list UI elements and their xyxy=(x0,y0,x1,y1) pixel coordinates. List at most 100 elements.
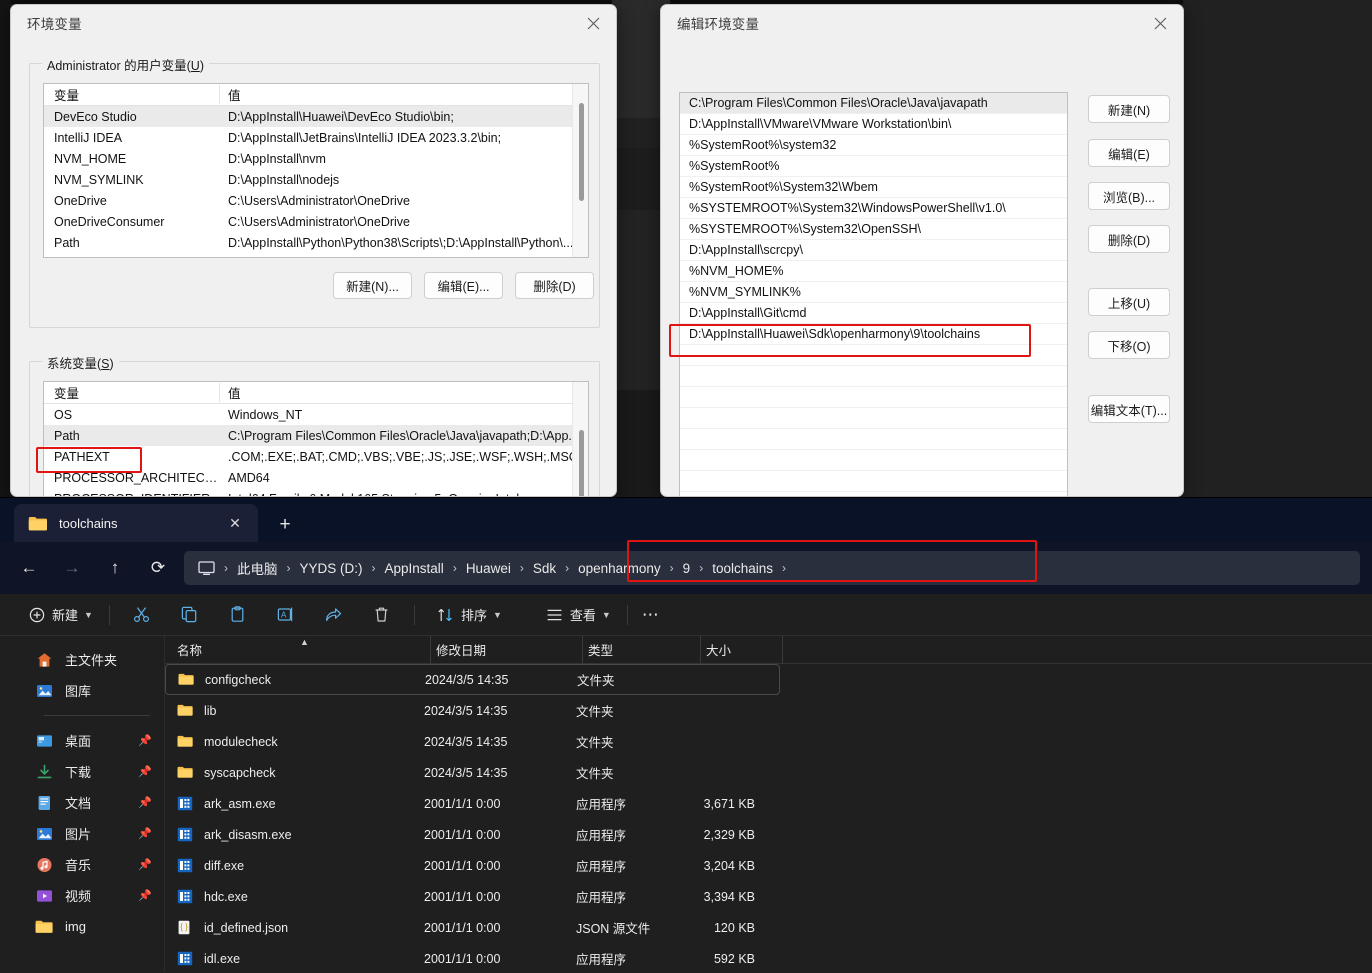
list-item[interactable]: %SystemRoot% xyxy=(680,156,1067,177)
table-row[interactable]: syscapcheck 2024/3/5 14:35 文件夹 xyxy=(165,757,1372,788)
sort-button[interactable]: 排序 ▼ xyxy=(423,600,510,630)
table-row[interactable]: PROCESSOR_IDENTIFIER Intel64 Family 6 Mo… xyxy=(44,488,588,497)
breadcrumb-item-2[interactable]: AppInstall xyxy=(378,561,451,576)
list-item[interactable]: D:\AppInstall\Git\cmd xyxy=(680,303,1067,324)
breadcrumb-item-7[interactable]: toolchains xyxy=(705,561,780,576)
breadcrumb-item-3[interactable]: Huawei xyxy=(459,561,518,576)
pin-icon[interactable]: 📌 xyxy=(138,765,152,778)
browse-button[interactable]: 浏览(B)... xyxy=(1088,182,1170,210)
arrow-up-icon[interactable]: ↑ xyxy=(98,551,132,585)
column-header-type[interactable]: 类型 xyxy=(583,636,701,664)
list-item-empty[interactable] xyxy=(680,408,1067,429)
table-row[interactable]: OneDriveConsumer C:\Users\Administrator\… xyxy=(44,211,588,232)
table-row[interactable]: IntelliJ IDEA D:\AppInstall\JetBrains\In… xyxy=(44,127,588,148)
cut-icon[interactable] xyxy=(127,600,157,630)
table-row[interactable]: NVM_HOME D:\AppInstall\nvm xyxy=(44,148,588,169)
close-icon[interactable] xyxy=(570,6,616,40)
column-header-name[interactable]: 变量 xyxy=(44,85,220,104)
table-row[interactable]: Path C:\Program Files\Common Files\Oracl… xyxy=(44,425,588,446)
table-row[interactable]: diff.exe 2001/1/1 0:00 应用程序 3,204 KB xyxy=(165,850,1372,881)
pin-icon[interactable]: 📌 xyxy=(138,827,152,840)
pin-icon[interactable]: 📌 xyxy=(138,858,152,871)
user-new-button[interactable]: 新建(N)... xyxy=(333,272,412,299)
sidebar-item-img[interactable]: img xyxy=(0,911,164,942)
sidebar-item-documents[interactable]: 文档 📌 xyxy=(0,787,164,818)
breadcrumb-item-0[interactable]: 此电脑 xyxy=(230,558,285,578)
rename-icon[interactable]: A xyxy=(271,600,301,630)
list-item-empty[interactable] xyxy=(680,450,1067,471)
edit-button[interactable]: 编辑(E) xyxy=(1088,139,1170,167)
list-item[interactable]: %SystemRoot%\System32\Wbem xyxy=(680,177,1067,198)
breadcrumb-item-5[interactable]: openharmony xyxy=(571,561,668,576)
paste-icon[interactable] xyxy=(223,600,253,630)
breadcrumb-item-6[interactable]: 9 xyxy=(676,561,698,576)
list-item-empty[interactable] xyxy=(680,345,1067,366)
table-row[interactable]: ark_asm.exe 2001/1/1 0:00 应用程序 3,671 KB xyxy=(165,788,1372,819)
scrollbar-thumb[interactable] xyxy=(579,430,584,496)
pin-icon[interactable]: 📌 xyxy=(138,796,152,809)
sidebar-item-downloads[interactable]: 下载 📌 xyxy=(0,756,164,787)
move-down-button[interactable]: 下移(O) xyxy=(1088,331,1170,359)
table-row[interactable]: OS Windows_NT xyxy=(44,404,588,425)
list-item-toolchains[interactable]: D:\AppInstall\Huawei\Sdk\openharmony\9\t… xyxy=(680,324,1067,345)
explorer-tab-toolchains[interactable]: toolchains ✕ xyxy=(14,504,258,542)
delete-icon[interactable] xyxy=(367,600,397,630)
sidebar-item-videos[interactable]: 视频 📌 xyxy=(0,880,164,911)
column-header-size[interactable]: 大小 xyxy=(701,636,783,664)
close-icon[interactable] xyxy=(1137,6,1183,40)
list-item-empty[interactable] xyxy=(680,387,1067,408)
sidebar-item-desktop[interactable]: 桌面 📌 xyxy=(0,725,164,756)
table-row[interactable]: hdc.exe 2001/1/1 0:00 应用程序 3,394 KB xyxy=(165,881,1372,912)
table-row[interactable]: id_defined.json 2001/1/1 0:00 JSON 源文件 1… xyxy=(165,912,1372,943)
list-item-empty[interactable] xyxy=(680,366,1067,387)
table-row[interactable]: ark_disasm.exe 2001/1/1 0:00 应用程序 2,329 … xyxy=(165,819,1372,850)
sidebar-item-music[interactable]: 音乐 📌 xyxy=(0,849,164,880)
breadcrumb-item-1[interactable]: YYDS (D:) xyxy=(293,561,370,576)
view-button[interactable]: 查看 ▼ xyxy=(532,600,619,630)
column-header-value[interactable]: 值 xyxy=(220,85,588,104)
table-row[interactable]: PROCESSOR_ARCHITECT... AMD64 xyxy=(44,467,588,488)
sidebar-item-pictures[interactable]: 图片 📌 xyxy=(0,818,164,849)
table-row[interactable]: lib 2024/3/5 14:35 文件夹 xyxy=(165,695,1372,726)
new-button[interactable]: 新建(N) xyxy=(1088,95,1170,123)
this-pc-icon[interactable] xyxy=(194,560,222,576)
arrow-left-icon[interactable]: ← xyxy=(12,551,46,585)
ellipsis-icon[interactable]: ⋯ xyxy=(636,600,666,630)
sidebar-item-gallery[interactable]: 图库 xyxy=(0,675,164,706)
user-variables-table[interactable]: 变量 值 DevEco Studio D:\AppInstall\Huawei\… xyxy=(43,83,589,258)
list-item[interactable]: %NVM_SYMLINK% xyxy=(680,282,1067,303)
list-item[interactable]: %SYSTEMROOT%\System32\WindowsPowerShell\… xyxy=(680,198,1067,219)
column-header-value[interactable]: 值 xyxy=(220,383,588,402)
list-item[interactable]: C:\Program Files\Common Files\Oracle\Jav… xyxy=(680,93,1067,114)
plus-icon[interactable]: + xyxy=(268,508,302,542)
user-edit-button[interactable]: 编辑(E)... xyxy=(424,272,503,299)
vertical-scrollbar[interactable] xyxy=(572,84,588,257)
column-header-name[interactable]: 变量 xyxy=(44,383,220,402)
refresh-icon[interactable]: ⟳ xyxy=(141,551,175,585)
table-row[interactable]: configcheck 2024/3/5 14:35 文件夹 xyxy=(165,664,780,695)
sidebar-item-home[interactable]: 主文件夹 xyxy=(0,644,164,675)
move-up-button[interactable]: 上移(U) xyxy=(1088,288,1170,316)
new-item-button[interactable]: 新建 ▼ xyxy=(14,600,101,630)
list-item-empty[interactable] xyxy=(680,471,1067,492)
pin-icon[interactable]: 📌 xyxy=(138,734,152,747)
list-item[interactable]: %SYSTEMROOT%\System32\OpenSSH\ xyxy=(680,219,1067,240)
breadcrumb[interactable]: › 此电脑 › YYDS (D:) › AppInstall › Huawei … xyxy=(184,551,1360,585)
table-row[interactable]: OneDrive C:\Users\Administrator\OneDrive xyxy=(44,190,588,211)
pin-icon[interactable]: 📌 xyxy=(138,889,152,902)
breadcrumb-item-4[interactable]: Sdk xyxy=(526,561,563,576)
table-row[interactable]: modulecheck 2024/3/5 14:35 文件夹 xyxy=(165,726,1372,757)
path-entries-list[interactable]: C:\Program Files\Common Files\Oracle\Jav… xyxy=(679,92,1068,496)
list-item-empty[interactable] xyxy=(680,429,1067,450)
env-dialog-titlebar[interactable]: 环境变量 xyxy=(11,5,616,41)
list-item[interactable]: %NVM_HOME% xyxy=(680,261,1067,282)
table-row[interactable]: DevEco Studio D:\AppInstall\Huawei\DevEc… xyxy=(44,106,588,127)
close-icon[interactable]: ✕ xyxy=(222,510,248,536)
table-row[interactable]: NVM_SYMLINK D:\AppInstall\nodejs xyxy=(44,169,588,190)
copy-icon[interactable] xyxy=(175,600,205,630)
list-item[interactable]: D:\AppInstall\VMware\VMware Workstation\… xyxy=(680,114,1067,135)
share-icon[interactable] xyxy=(319,600,349,630)
table-row[interactable]: Path D:\AppInstall\Python\Python38\Scrip… xyxy=(44,232,588,253)
column-header-date[interactable]: 修改日期 xyxy=(431,636,583,664)
vertical-scrollbar[interactable] xyxy=(572,382,588,496)
